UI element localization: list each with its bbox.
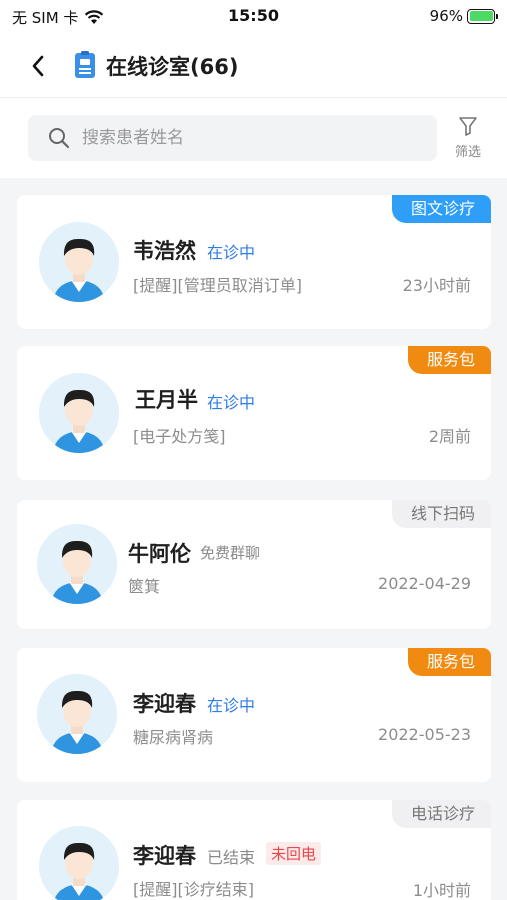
last-message-time: 2022-05-23 [378,725,471,744]
last-message-time: 23小时前 [402,276,471,295]
doctor-avatar-icon [37,524,117,604]
filter-icon [459,117,477,136]
consult-status: 在诊中 [207,696,256,715]
last-message: 糖尿病肾病 [133,728,214,747]
avatar [39,373,119,453]
avatar [39,826,119,900]
patient-name: 李迎春 [133,692,196,716]
patient-card[interactable]: 图文诊疗 韦浩然 在诊中 [提醒][管理员取消订单] 23小时前 [17,195,491,329]
patient-card[interactable]: 服务包 李迎春 在诊中 糖尿病肾病 2022-05-23 [17,648,491,782]
patient-name: 王月半 [135,388,198,412]
search-icon [49,128,70,149]
status-bar: 无 SIM 卡 15:50 96% [0,0,507,36]
last-message: [提醒][诊疗结束] [133,880,254,899]
consult-status: 在诊中 [207,243,256,262]
consult-status: 免费群聊 [200,544,261,562]
doctor-avatar-icon [37,674,117,754]
page-title: 在线诊室(66) [106,55,239,79]
consult-type-badge: 服务包 [407,648,491,676]
nav-bar: 在线诊室(66) [0,36,507,98]
avatar [37,674,117,754]
patient-name: 李迎春 [133,844,196,868]
consult-type-badge: 服务包 [407,346,491,374]
avatar [37,524,117,604]
doctor-avatar-icon [39,826,119,900]
consult-type-badge: 电话诊疗 [391,800,491,828]
consult-status: 已结束 [207,848,256,867]
clinic-room-icon [75,51,95,78]
search-section: 筛选 [0,98,507,178]
patient-card[interactable]: 电话诊疗 李迎春 已结束 未回电 [提醒][诊疗结束] 1小时前 [17,800,491,900]
avatar [39,222,119,302]
back-button[interactable] [22,50,54,82]
consult-type-badge: 线下扫码 [391,500,491,528]
search-input[interactable] [82,128,382,148]
patient-name: 韦浩然 [133,239,196,263]
battery-icon [467,8,498,24]
last-message: [电子处方笺] [133,427,226,446]
filter-button[interactable]: 筛选 [448,116,488,160]
chevron-left-icon [32,55,44,77]
last-message: 篋箕 [128,577,161,596]
battery-percent: 96% [429,7,463,25]
last-message-time: 1小时前 [412,881,471,900]
battery-indicator: 96% [429,7,498,25]
patient-name: 牛阿伦 [128,542,191,566]
search-box[interactable] [28,115,437,161]
last-message-time: 2022-04-29 [378,574,471,593]
patient-card[interactable]: 线下扫码 牛阿伦 免费群聊 篋箕 2022-04-29 [17,500,491,629]
last-message-time: 2周前 [428,427,471,446]
last-message: [提醒][管理员取消订单] [133,276,302,295]
patient-card[interactable]: 服务包 王月半 在诊中 [电子处方笺] 2周前 [17,346,491,480]
doctor-avatar-icon [39,222,119,302]
consult-status: 在诊中 [207,393,256,412]
filter-label: 筛选 [454,145,481,160]
doctor-avatar-icon [39,373,119,453]
missed-call-badge: 未回电 [266,842,322,865]
consult-type-badge: 图文诊疗 [391,195,491,223]
